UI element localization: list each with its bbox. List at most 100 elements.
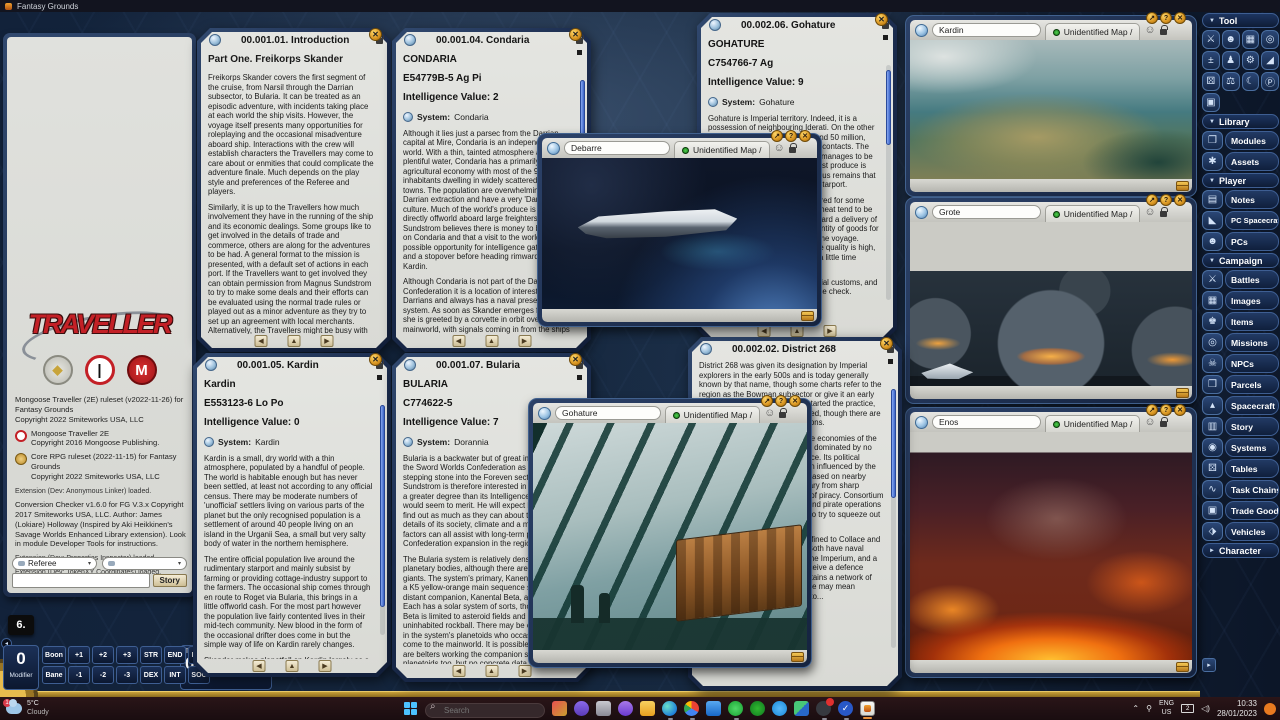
- sidebar-item-tables[interactable]: ⚄Tables: [1202, 459, 1279, 478]
- link-icon[interactable]: [404, 359, 416, 371]
- minus1-button[interactable]: -1: [68, 666, 90, 684]
- sidebar-header-player[interactable]: ▼Player: [1202, 173, 1279, 188]
- clock[interactable]: 10:3328/01/2023: [1217, 699, 1257, 718]
- chrome-icon[interactable]: [684, 701, 699, 716]
- help-icon[interactable]: ?: [1160, 404, 1172, 416]
- toolbox-icon[interactable]: [1176, 388, 1189, 398]
- share-icon[interactable]: ↗: [1146, 404, 1158, 416]
- nav-forward-button[interactable]: ▶: [824, 325, 837, 337]
- link-icon[interactable]: [404, 34, 416, 46]
- sidebar-item-pc-spacecraft[interactable]: ◣PC Spacecraft: [1202, 211, 1279, 230]
- link-icon[interactable]: [538, 407, 551, 420]
- link-icon[interactable]: [547, 142, 560, 155]
- chat-input[interactable]: [12, 573, 150, 588]
- mail-app-icon[interactable]: [552, 701, 567, 716]
- sidebar-item-spacecraft[interactable]: ▴Spacecraft: [1202, 396, 1279, 415]
- close-icon[interactable]: ✕: [369, 28, 382, 41]
- map-window-grote[interactable]: ↗ ? ✕ Grote Unidentified Map / ☺: [905, 197, 1197, 404]
- scales-icon[interactable]: ⚖: [1222, 72, 1240, 91]
- sidebar-item-items[interactable]: ♚Items: [1202, 312, 1279, 331]
- link-icon[interactable]: [915, 416, 928, 429]
- scrollbar[interactable]: [891, 389, 896, 648]
- share-icon[interactable]: ↗: [771, 130, 783, 142]
- close-icon[interactable]: ✕: [1174, 194, 1186, 206]
- map-tab[interactable]: Unidentified Map /: [1045, 23, 1141, 40]
- properties-icon[interactable]: Ⓟ: [1261, 72, 1279, 91]
- story-window-introduction[interactable]: 00.001.01. Introduction ✕ Part One. Frei…: [197, 28, 391, 352]
- story-mode-button[interactable]: Story: [153, 574, 187, 587]
- nav-forward-button[interactable]: ▶: [518, 665, 531, 677]
- calendar-icon[interactable]: ▦: [1242, 30, 1260, 49]
- int-button[interactable]: INT: [164, 666, 186, 684]
- map-image-grote[interactable]: [910, 222, 1192, 386]
- share-icon[interactable]: ↗: [761, 395, 773, 407]
- xbox-icon[interactable]: [750, 701, 765, 716]
- map-window-kardin[interactable]: ↗ ? ✕ Kardin Unidentified Map / ☺: [905, 15, 1197, 197]
- dex-button[interactable]: DEX: [140, 666, 162, 684]
- sidebar-item-story[interactable]: ▥Story: [1202, 417, 1279, 436]
- nav-back-button[interactable]: ◀: [452, 665, 465, 677]
- help-icon[interactable]: ?: [775, 395, 787, 407]
- help-icon[interactable]: ?: [1160, 194, 1172, 206]
- modifier-stack[interactable]: 0 Modifier: [3, 645, 39, 690]
- link-icon[interactable]: [709, 19, 721, 31]
- sidebar-item-assets[interactable]: ✱Assets: [1202, 152, 1279, 171]
- close-icon[interactable]: ✕: [880, 337, 893, 350]
- start-button[interactable]: [404, 702, 418, 716]
- plus1-button[interactable]: +1: [68, 646, 90, 664]
- scrollbar-thumb[interactable]: [380, 405, 385, 607]
- close-icon[interactable]: ✕: [1174, 404, 1186, 416]
- sidebar-item-trade-goods[interactable]: ▣Trade Goods: [1202, 501, 1279, 520]
- todo-icon[interactable]: ✓: [838, 701, 853, 716]
- cast-icon[interactable]: 2: [1181, 704, 1194, 713]
- sidebar-item-battles[interactable]: ⚔Battles: [1202, 270, 1279, 289]
- map-image-kardin[interactable]: [910, 40, 1192, 179]
- discord-icon[interactable]: [816, 701, 831, 716]
- speaker-icon[interactable]: ◁): [1201, 704, 1210, 714]
- modifiers-icon[interactable]: ±: [1202, 51, 1220, 70]
- store-icon[interactable]: [706, 701, 721, 716]
- map-tab[interactable]: Unidentified Map /: [674, 141, 770, 158]
- map-name-field[interactable]: Enos: [932, 415, 1041, 429]
- photos-icon[interactable]: [794, 701, 809, 716]
- lock-icon[interactable]: [1160, 421, 1167, 427]
- map-name-field[interactable]: Kardin: [932, 23, 1041, 37]
- map-name-field[interactable]: Debarre: [564, 141, 670, 155]
- fantasy-grounds-taskbar-icon[interactable]: [860, 701, 875, 716]
- sidebar-collapse-button[interactable]: ▸: [1202, 658, 1216, 672]
- options-gear-icon[interactable]: ⚙: [1242, 51, 1260, 70]
- map-name-field[interactable]: Grote: [932, 205, 1041, 219]
- link-icon[interactable]: [915, 206, 928, 219]
- map-image-debarre[interactable]: [542, 158, 817, 309]
- close-icon[interactable]: ✕: [369, 353, 382, 366]
- system-link-icon[interactable]: [708, 97, 718, 107]
- sidebar-item-task-chains[interactable]: ∿Task Chains: [1202, 480, 1279, 499]
- token-face-icon[interactable]: ☺: [774, 143, 785, 154]
- link-icon[interactable]: [209, 34, 221, 46]
- link-icon[interactable]: [915, 24, 928, 37]
- crossed-swords-icon[interactable]: ⚔: [1202, 30, 1220, 49]
- nav-back-button[interactable]: ◀: [255, 335, 268, 347]
- close-icon[interactable]: ✕: [1174, 12, 1186, 24]
- sidebar-header-character[interactable]: ►Character: [1202, 543, 1279, 558]
- pointer-icon[interactable]: ◢: [1261, 51, 1279, 70]
- toolbox-icon[interactable]: [1176, 662, 1189, 672]
- weather-widget[interactable]: 1 5°CCloudy: [6, 700, 49, 718]
- sidebar-header-tool[interactable]: ▼Tool: [1202, 13, 1279, 28]
- system-link-icon[interactable]: [403, 437, 413, 447]
- map-tab[interactable]: Unidentified Map /: [1045, 205, 1141, 222]
- snipping-tool-icon[interactable]: [596, 701, 611, 716]
- token-face-icon[interactable]: ☺: [764, 408, 775, 419]
- party-sheet-icon[interactable]: ☻: [1222, 30, 1240, 49]
- edge-icon[interactable]: [662, 701, 677, 716]
- scrollbar-thumb[interactable]: [891, 389, 896, 498]
- lock-icon[interactable]: [1160, 29, 1167, 35]
- nav-forward-button[interactable]: ▶: [319, 660, 332, 672]
- link-icon[interactable]: [205, 359, 217, 371]
- nav-up-button[interactable]: ▲: [485, 335, 498, 347]
- speaker-dropdown[interactable]: Referee ▾: [12, 557, 97, 570]
- help-icon[interactable]: ?: [785, 130, 797, 142]
- help-icon[interactable]: ?: [1160, 12, 1172, 24]
- toolbox-icon[interactable]: [1176, 181, 1189, 191]
- scrollbar[interactable]: [886, 65, 891, 300]
